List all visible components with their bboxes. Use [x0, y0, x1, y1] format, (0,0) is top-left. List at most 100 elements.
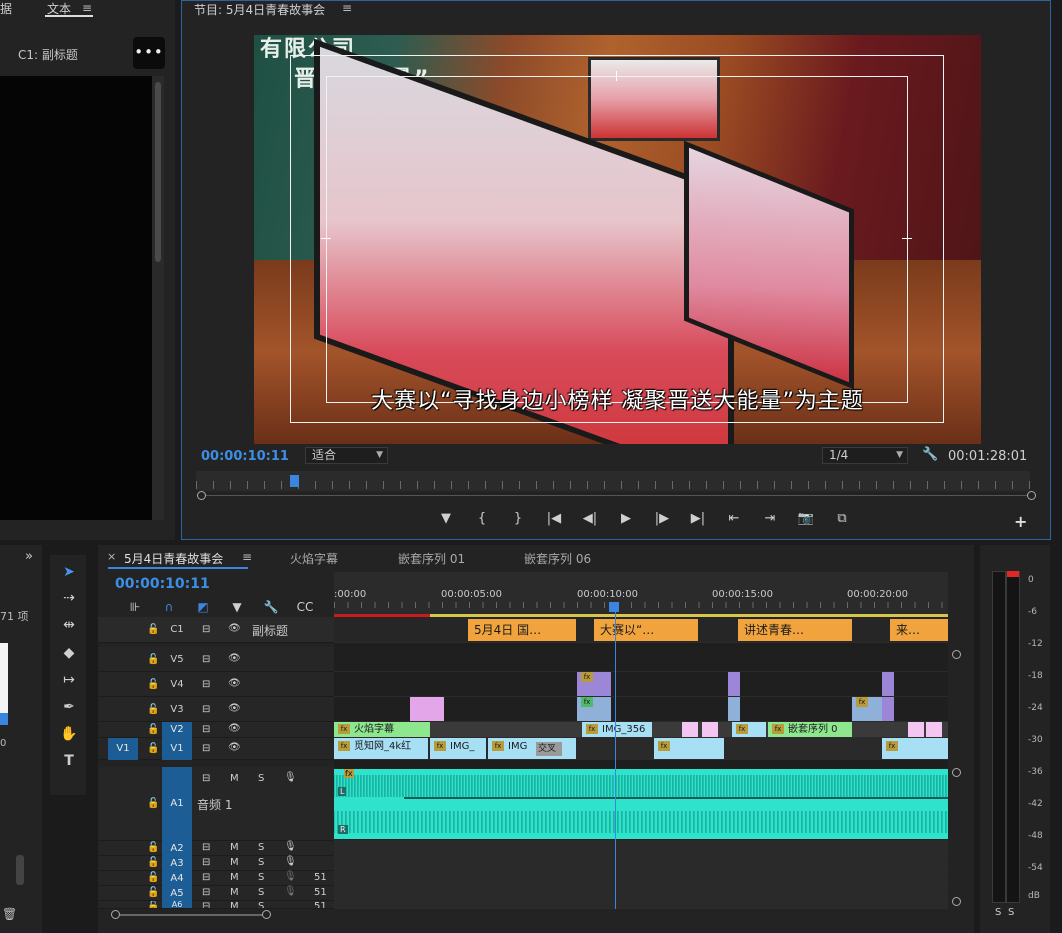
track-header-a6[interactable]: 🔓 A6 ⊟ M S 51 [98, 901, 334, 909]
lock-icon[interactable]: 🔓 [147, 798, 159, 809]
sync-icon[interactable]: ⊟ [202, 743, 210, 754]
video-clip[interactable]: fx [732, 722, 766, 737]
step-back-button[interactable]: ◀| [572, 511, 608, 526]
hand-tool-icon[interactable]: ✋ [58, 723, 80, 745]
ripple-edit-tool-icon[interactable]: ⇹ [58, 614, 80, 636]
video-preview[interactable]: 有限公司 晋送大能量” 大赛以“寻找身边小榜样 凝聚晋送大能量”为主题 [254, 35, 981, 444]
video-clip[interactable]: fx [882, 738, 948, 759]
lock-icon[interactable]: 🔓 [147, 872, 159, 883]
nest-toggle-icon[interactable]: ⊪ [118, 600, 152, 614]
go-to-in-button[interactable]: |◀ [536, 511, 572, 526]
scroll-handle-left[interactable] [111, 910, 120, 919]
tab-partial[interactable]: 据 [0, 0, 12, 17]
lock-icon[interactable]: 🔓 [147, 887, 159, 898]
track-select-tool-icon[interactable]: ⇢ [58, 587, 80, 609]
type-tool-icon[interactable]: T [58, 750, 80, 772]
mute-button[interactable]: M [230, 842, 239, 853]
extract-button[interactable]: ⇥ [752, 511, 788, 526]
trash-icon[interactable]: 🗑 [2, 907, 17, 921]
step-forward-button[interactable]: |▶ [644, 511, 680, 526]
video-clip[interactable]: fx 火焰字幕 [334, 722, 430, 737]
resolution-select[interactable]: 1/4 ▼ [822, 447, 908, 464]
solo-right-button[interactable]: S [1008, 907, 1014, 918]
video-clip[interactable] [728, 697, 740, 721]
zoom-handle-left[interactable] [197, 491, 206, 500]
track-label[interactable]: A1 [162, 767, 192, 841]
source-patch-v1[interactable]: V1 [108, 738, 138, 760]
tab-menu-icon[interactable]: ≡ [242, 550, 252, 564]
track-label[interactable]: V2 [162, 722, 192, 738]
vertical-scrollbar[interactable] [16, 855, 24, 885]
microphone-icon[interactable]: 🎙 [284, 841, 297, 852]
caption-clip[interactable]: 讲述青春… [738, 619, 852, 641]
eye-icon[interactable]: 👁 [228, 742, 241, 753]
mute-button[interactable]: M [230, 872, 239, 883]
caption-clip[interactable]: 来… [890, 619, 948, 641]
sync-icon[interactable]: ⊟ [202, 704, 210, 715]
microphone-icon[interactable]: 🎙 [284, 886, 297, 897]
video-subtitle[interactable]: 大赛以“寻找身边小榜样 凝聚晋送大能量”为主题 [254, 383, 981, 415]
sync-icon[interactable]: ⊟ [202, 654, 210, 665]
tab-nested-01[interactable]: 嵌套序列 01 [398, 550, 465, 567]
track-label[interactable]: V3 [162, 704, 192, 715]
sync-icon[interactable]: ⊟ [202, 872, 210, 883]
track-header-a5[interactable]: 🔓 A5 ⊟ M S 🎙 51 [98, 886, 334, 901]
video-clip[interactable]: fx [577, 672, 611, 696]
track-header-a2[interactable]: 🔓 A2 ⊟ M S 🎙 [98, 841, 334, 856]
mark-in-button[interactable]: { [464, 511, 500, 526]
clip-indicator[interactable] [1007, 571, 1019, 577]
video-clip[interactable]: fx [852, 697, 882, 721]
eye-icon[interactable]: 👁 [228, 678, 241, 689]
eye-icon[interactable]: 👁 [228, 723, 241, 734]
volume-keyframe-line[interactable] [404, 797, 948, 799]
close-icon[interactable]: × [107, 550, 116, 563]
add-marker-icon[interactable]: ▼ [220, 600, 254, 614]
scrollbar-thumb[interactable] [155, 82, 161, 262]
lock-icon[interactable]: 🔓 [147, 624, 159, 635]
mute-button[interactable]: M [230, 857, 239, 868]
more-panels-icon[interactable]: » [25, 549, 33, 564]
eye-icon[interactable]: 👁 [228, 623, 241, 634]
track-header-a1[interactable]: 🔓 A1 ⊟ M S 🎙 音频 1 [98, 767, 334, 841]
video-clip[interactable]: fx [654, 738, 724, 759]
mute-button[interactable]: M [230, 773, 239, 784]
track-label[interactable]: A4 [162, 871, 192, 886]
horizontal-scrollbar[interactable] [116, 914, 266, 916]
video-clip[interactable] [410, 697, 444, 721]
video-clip[interactable]: fx 嵌套序列 0 [768, 722, 852, 737]
scroll-handle-right[interactable] [262, 910, 271, 919]
selection-tool-icon[interactable]: ➤ [58, 561, 80, 583]
eye-icon[interactable]: 👁 [228, 653, 241, 664]
sync-icon[interactable]: ⊟ [202, 887, 210, 898]
timeline-timecode[interactable]: 00:00:10:11 [115, 576, 210, 592]
lock-icon[interactable]: 🔓 [147, 842, 159, 853]
track-header-v5[interactable]: 🔓 V5 ⊟ 👁 [98, 647, 334, 672]
mark-out-button[interactable]: } [500, 511, 536, 526]
sync-icon[interactable]: ⊟ [202, 773, 210, 784]
monitor-menu-icon[interactable]: ≡ [342, 1, 352, 15]
sync-icon[interactable]: ⊟ [202, 842, 210, 853]
tab-sequence-main[interactable]: 5月4日青春故事会 [124, 550, 223, 567]
wrench-icon[interactable]: 🔧 [254, 600, 288, 614]
panel-menu-icon[interactable]: ≡ [82, 1, 92, 15]
tab-fire-caption[interactable]: 火焰字幕 [290, 550, 338, 567]
caption-track-header[interactable]: 🔓 C1 ⊟ 👁 副标题 [98, 617, 334, 643]
video-clip[interactable] [882, 672, 894, 696]
monitor-title[interactable]: 节目: 5月4日青春故事会 [194, 1, 325, 18]
captions-icon[interactable]: CC [288, 600, 322, 614]
video-clip[interactable]: fx IMG_ [430, 738, 486, 759]
solo-button[interactable]: S [258, 773, 264, 784]
sync-icon[interactable]: ⊟ [202, 624, 210, 635]
video-clip[interactable]: fx [577, 697, 611, 721]
track-label[interactable]: C1 [162, 624, 192, 635]
comparison-view-button[interactable]: ⧉ [824, 511, 860, 526]
track-header-a4[interactable]: 🔓 A4 ⊟ M S 🎙 51 [98, 871, 334, 886]
lock-icon[interactable]: 🔓 [147, 724, 159, 735]
track-header-a3[interactable]: 🔓 A3 ⊟ M S 🎙 [98, 856, 334, 871]
eye-icon[interactable]: 👁 [228, 703, 241, 714]
export-frame-button[interactable]: 📷 [788, 511, 824, 526]
lock-icon[interactable]: 🔓 [147, 857, 159, 868]
zoom-handle-right[interactable] [1027, 491, 1036, 500]
go-to-out-button[interactable]: ▶| [680, 511, 716, 526]
track-header-v3[interactable]: 🔓 V3 ⊟ 👁 [98, 697, 334, 722]
